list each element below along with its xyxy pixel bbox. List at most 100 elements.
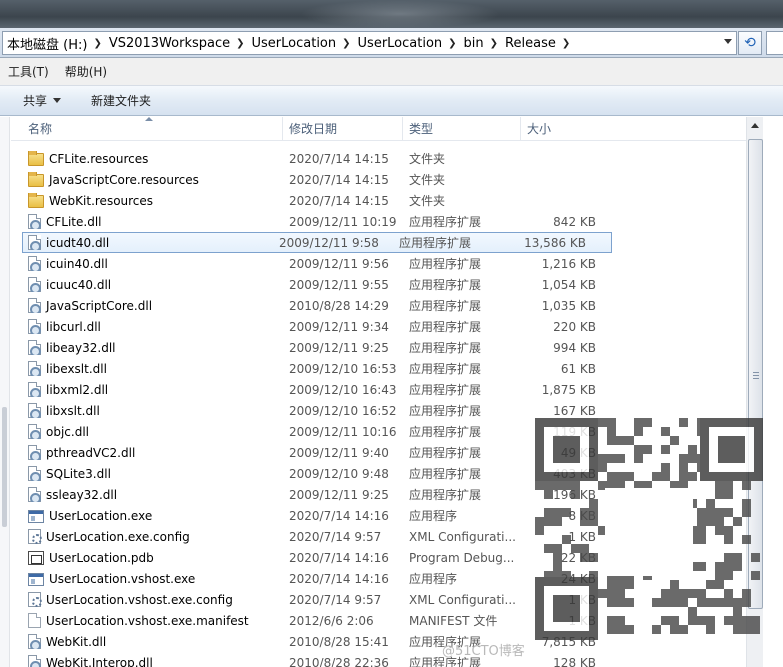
file-row[interactable]: SQLite3.dll 2009/12/10 9:48 应用程序扩展 403 KB (11, 463, 746, 484)
scrollbar-thumb[interactable] (748, 139, 763, 609)
address-dropdown-icon[interactable] (724, 39, 732, 44)
file-row[interactable]: libxml2.dll 2009/12/10 16:43 应用程序扩展 1,875 K… (11, 379, 746, 400)
menu-bar: 工具(T) 帮助(H) (0, 58, 783, 86)
file-row[interactable]: libexslt.dll 2009/12/10 16:53 应用程序扩展 61 KB (11, 358, 746, 379)
file-row[interactable]: JavaScriptCore.resources 2020/7/14 14:15 文… (11, 169, 746, 190)
column-name[interactable]: 名称 (11, 116, 283, 141)
file-row[interactable]: UserLocation.pdb 2020/7/14 14:16 Program D… (11, 547, 746, 568)
file-row[interactable]: libeay32.dll 2009/12/11 9:25 应用程序扩展 994 KB (11, 337, 746, 358)
file-name-cell: UserLocation.exe.config (11, 529, 283, 544)
address-field[interactable]: 本地磁盘 (H:) ❯ VS2013Workspace ❯ UserLocation… (2, 31, 737, 55)
file-row[interactable]: UserLocation.vshost.exe.config 2020/7/14 … (11, 589, 746, 610)
file-name-cell: libxslt.dll (11, 403, 283, 418)
file-name-cell: libeay32.dll (11, 340, 283, 355)
file-row[interactable]: UserLocation.exe 2020/7/14 14:16 应用程序 8 KB (11, 505, 746, 526)
breadcrumb-release[interactable]: Release ❯ (505, 36, 577, 51)
file-type: 应用程序扩展 (409, 362, 482, 376)
chevron-right-icon[interactable]: ❯ (236, 38, 244, 49)
file-size: 1,875 KB (541, 382, 596, 397)
file-type: 文件夹 (409, 173, 446, 187)
column-date[interactable]: 修改日期 (283, 116, 403, 141)
scroll-up-icon[interactable] (751, 123, 759, 128)
breadcrumb-label: VS2013Workspace (108, 35, 231, 51)
file-row[interactable]: UserLocation.vshost.exe 2020/7/14 14:16 应用… (11, 568, 746, 589)
file-name-cell: UserLocation.vshost.exe (11, 571, 283, 586)
file-type: 应用程序 (409, 509, 458, 523)
file-date: 2009/12/11 9:40 (289, 445, 389, 460)
file-row[interactable]: icuuc40.dll 2009/12/11 9:55 应用程序扩展 1,054 KB (11, 274, 746, 295)
file-name: libeay32.dll (46, 340, 116, 355)
file-name-cell: UserLocation.pdb (11, 550, 283, 565)
chevron-right-icon[interactable]: ❯ (448, 38, 456, 49)
new-folder-button[interactable]: 新建文件夹 (91, 92, 151, 109)
window-title-strip (0, 0, 783, 28)
file-row[interactable]: icuin40.dll 2009/12/11 9:56 应用程序扩展 1,216 KB (11, 253, 746, 274)
breadcrumb-userlocation-project[interactable]: UserLocation ❯ (358, 36, 464, 51)
file-type: 应用程序 (409, 572, 458, 586)
menu-help[interactable]: 帮助(H) (65, 63, 107, 80)
navigation-scroll-thumb[interactable] (2, 407, 7, 527)
exe-icon (28, 573, 44, 586)
file-type: 应用程序扩展 (409, 425, 482, 439)
file-name-cell: UserLocation.vshost.exe.config (11, 592, 283, 607)
file-name-cell: WebKit.resources (11, 193, 283, 208)
vertical-scrollbar[interactable] (746, 117, 763, 667)
file-date: 2009/12/11 9:58 (279, 235, 379, 250)
file-type: XML Configurati... (409, 529, 516, 544)
search-input[interactable] (766, 31, 783, 55)
file-name: ssleay32.dll (46, 487, 118, 502)
file-date: 2009/12/10 16:43 (289, 382, 397, 397)
column-size[interactable]: 大小 (521, 117, 603, 141)
dll-icon (28, 298, 41, 313)
file-list-pane: 名称 修改日期 类型 大小 CFLite.resources 2020/7/14 … (0, 116, 783, 667)
file-size: 1,054 KB (541, 277, 596, 292)
folder-icon (28, 151, 44, 166)
breadcrumb-drive[interactable]: 本地磁盘 (H:) ❯ (7, 34, 109, 53)
file-date: 2009/12/10 16:52 (289, 403, 397, 418)
refresh-button[interactable]: ⟲ (738, 31, 762, 55)
file-name: UserLocation.exe (49, 508, 153, 523)
dll-icon (28, 487, 41, 502)
chevron-right-icon[interactable]: ❯ (562, 38, 570, 49)
folder-icon (28, 193, 44, 208)
file-date: 2009/12/10 9:48 (289, 466, 389, 481)
file-size: 220 KB (553, 319, 596, 334)
share-button[interactable]: 共享 (23, 92, 62, 109)
chevron-right-icon[interactable]: ❯ (342, 38, 350, 49)
file-row[interactable]: CFLite.dll 2009/12/11 10:19 应用程序扩展 842 KB (11, 211, 746, 232)
file-row[interactable]: icudt40.dll 2009/12/11 9:58 应用程序扩展 13,586 K… (22, 232, 612, 253)
file-row[interactable]: libxslt.dll 2009/12/10 16:52 应用程序扩展 167 KB (11, 400, 746, 421)
breadcrumb-userlocation[interactable]: UserLocation ❯ (252, 36, 358, 51)
new-folder-label: 新建文件夹 (91, 94, 152, 108)
file-row[interactable]: WebKit.Interop.dll 2010/8/28 22:36 应用程序扩展 1… (11, 652, 746, 667)
file-date: 2009/12/11 9:34 (289, 319, 389, 334)
file-name-cell: JavaScriptCore.dll (11, 298, 283, 313)
file-row[interactable]: UserLocation.vshost.exe.manifest 2012/6/6… (11, 610, 746, 631)
file-row[interactable]: objc.dll 2009/12/11 10:16 应用程序扩展 119 KB (11, 421, 746, 442)
file-row[interactable]: WebKit.dll 2010/8/28 15:41 应用程序扩展 7,815 KB (11, 631, 746, 652)
file-name: UserLocation.vshost.exe.config (46, 592, 233, 607)
file-row[interactable]: CFLite.resources 2020/7/14 14:15 文件夹 (11, 148, 746, 169)
breadcrumb-workspace[interactable]: VS2013Workspace ❯ (109, 36, 252, 51)
file-icon (28, 613, 41, 628)
file-row[interactable]: WebKit.resources 2020/7/14 14:15 文件夹 (11, 190, 746, 211)
file-row[interactable]: JavaScriptCore.dll 2010/8/28 14:29 应用程序扩展 1… (11, 295, 746, 316)
breadcrumb-bin[interactable]: bin ❯ (464, 36, 506, 51)
column-type[interactable]: 类型 (403, 116, 521, 141)
file-date: 2009/12/11 10:16 (289, 424, 397, 439)
file-size: 403 KB (553, 466, 596, 481)
config-icon (28, 529, 42, 544)
file-row[interactable]: UserLocation.exe.config 2020/7/14 9:57 XML… (11, 526, 746, 547)
file-name: icudt40.dll (46, 235, 110, 250)
file-row[interactable]: ssleay32.dll 2009/12/11 9:25 应用程序扩展 196 KB (11, 484, 746, 505)
file-name: CFLite.resources (49, 151, 149, 166)
chevron-right-icon[interactable]: ❯ (93, 38, 101, 49)
file-row[interactable]: pthreadVC2.dll 2009/12/11 9:40 应用程序扩展 49 KB (11, 442, 746, 463)
column-size-label: 大小 (527, 122, 552, 136)
file-row[interactable]: libcurl.dll 2009/12/11 9:34 应用程序扩展 220 KB (11, 316, 746, 337)
file-date: 2020/7/14 14:15 (289, 172, 389, 187)
file-type: 应用程序扩展 (409, 446, 482, 460)
menu-tools[interactable]: 工具(T) (8, 63, 49, 80)
file-size: 119 KB (553, 424, 596, 439)
chevron-right-icon[interactable]: ❯ (490, 38, 498, 49)
